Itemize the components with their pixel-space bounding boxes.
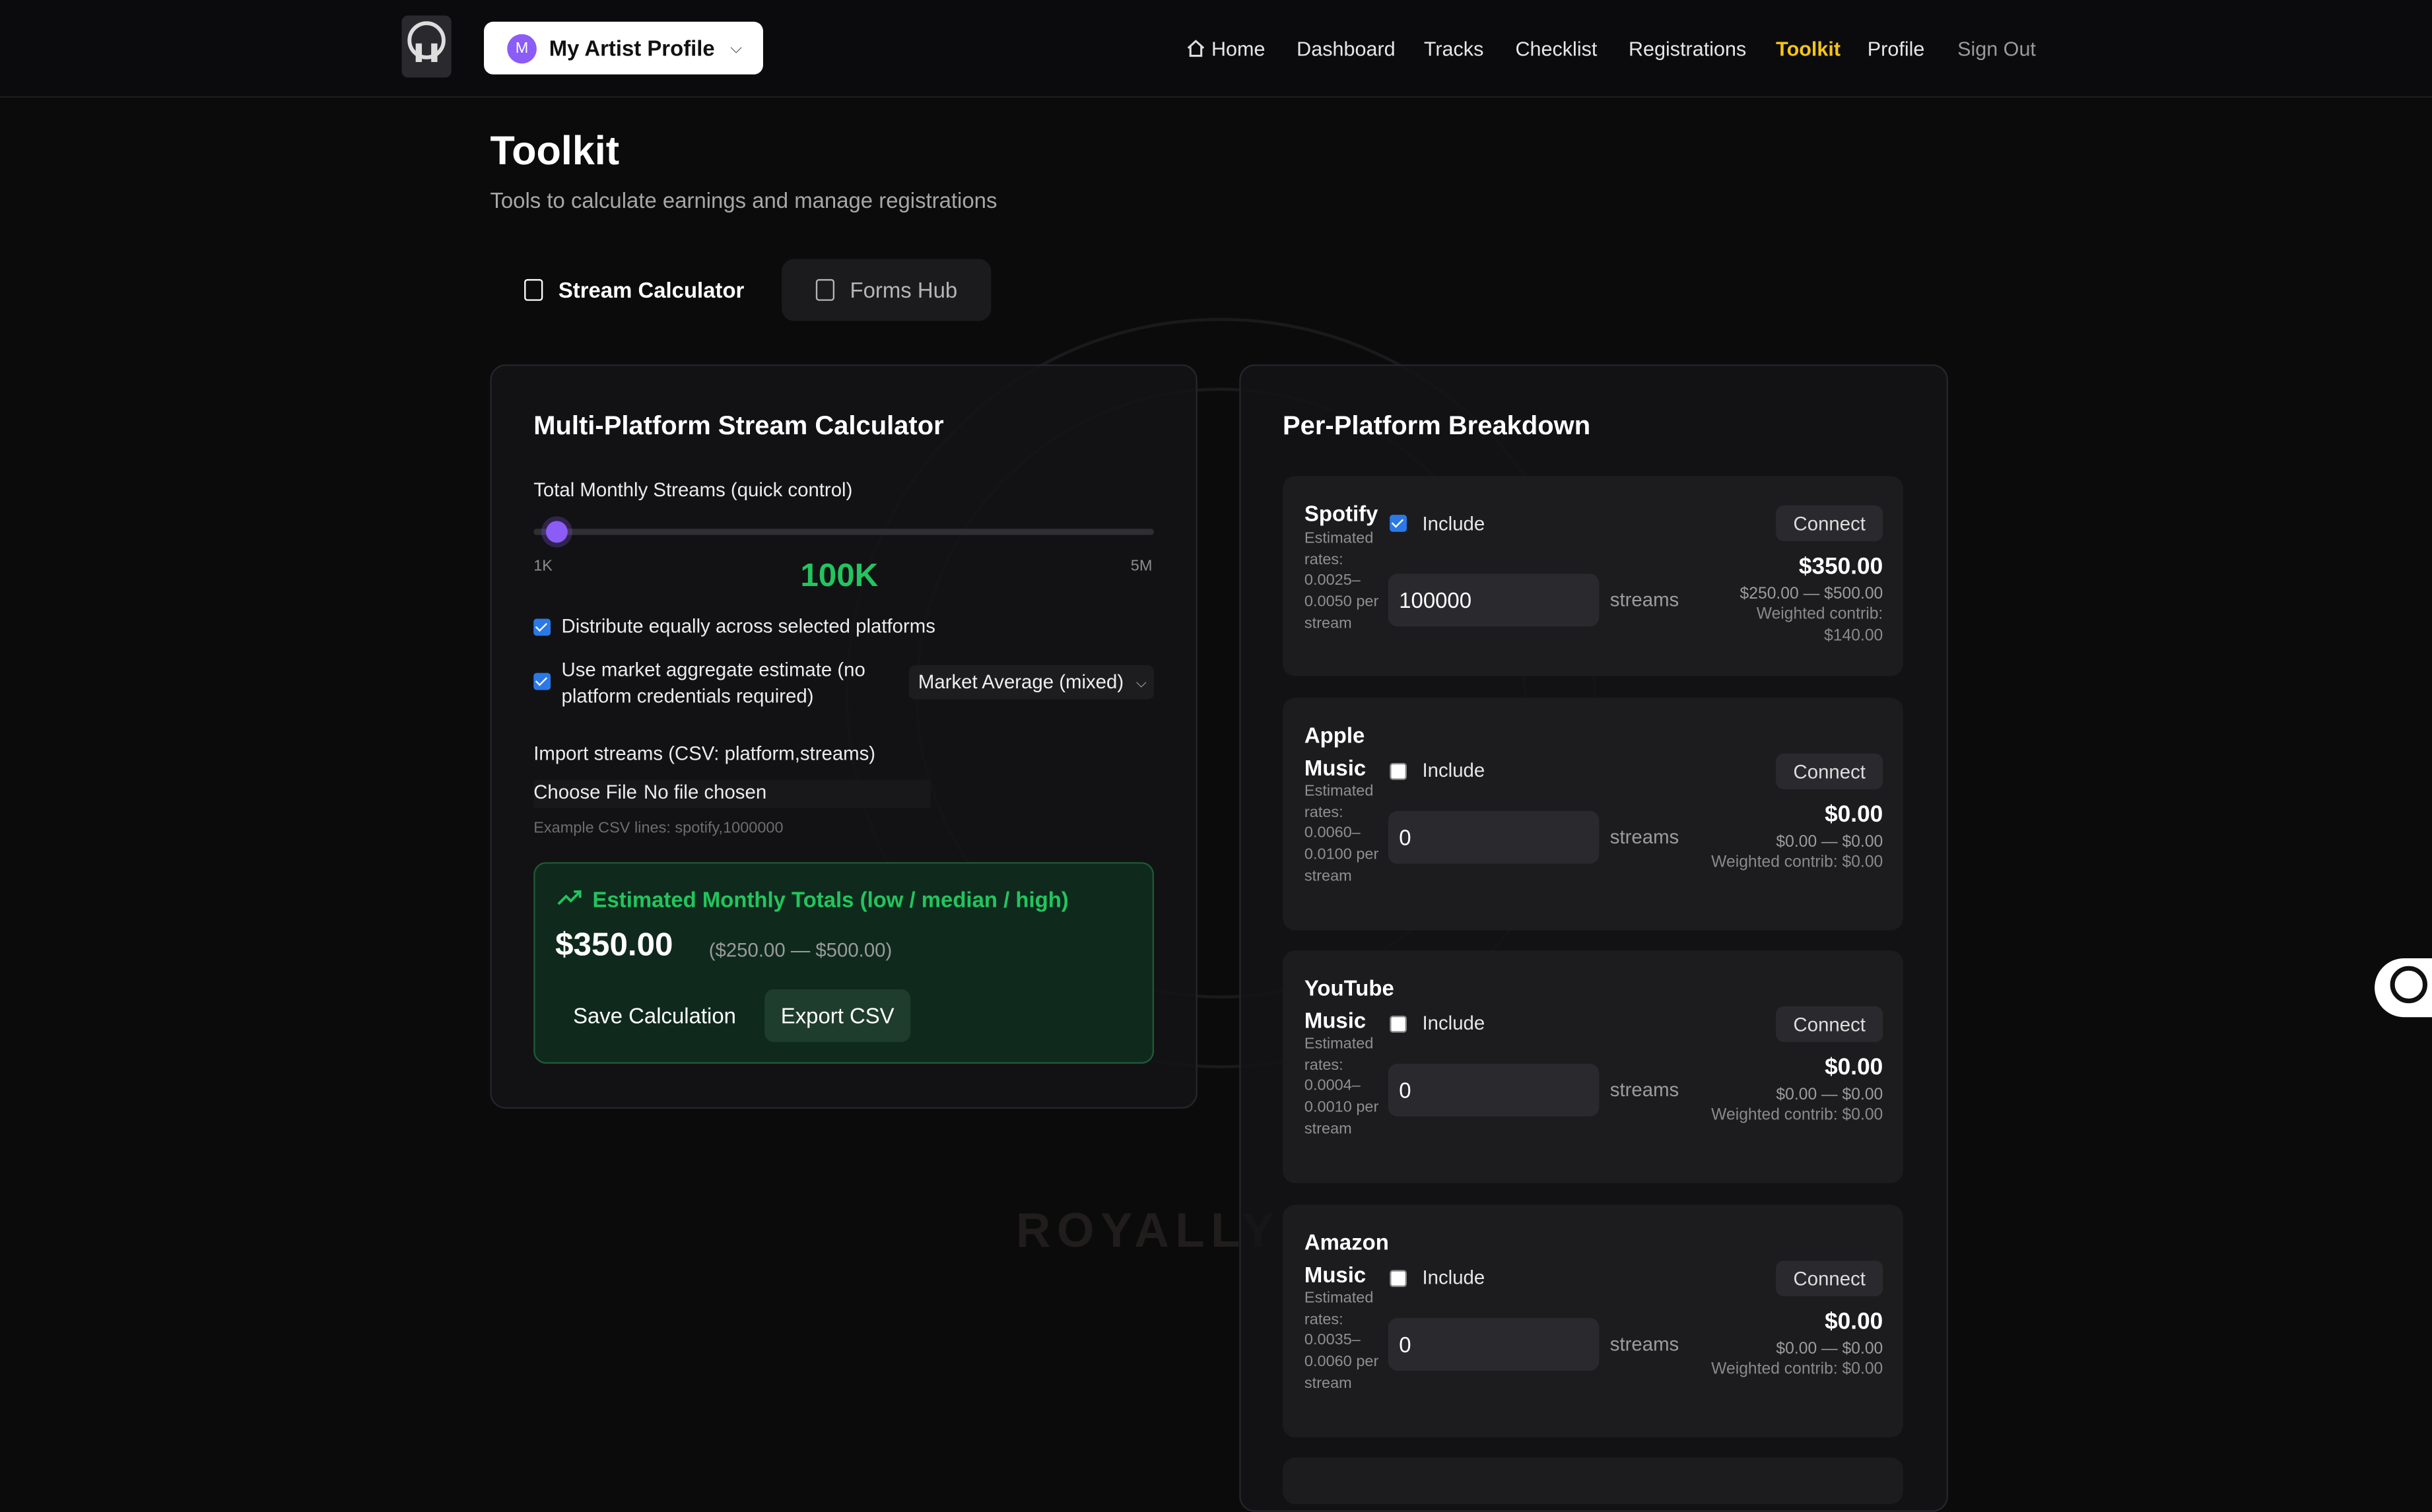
avatar: M — [507, 33, 537, 63]
streams-slider-label: Total Monthly Streams (quick control) — [533, 478, 853, 501]
platform-range: $0.00 — $0.00 — [1776, 1339, 1883, 1359]
platform-row-amazon-music: Amazon Music Estimated rates: 0.0035–0.0… — [1283, 1204, 1903, 1437]
calculator-title: Multi-Platform Stream Calculator — [533, 411, 944, 441]
distribute-checkbox[interactable] — [533, 618, 551, 636]
profile-switcher-label: My Artist Profile — [549, 36, 715, 61]
trending-up-icon — [557, 890, 582, 905]
tab-forms-hub[interactable]: Forms Hub — [782, 259, 992, 321]
platform-weighted: Weighted contrib: $140.00 — [1756, 605, 1883, 645]
import-label: Import streams (CSV: platform,streams) — [533, 742, 876, 765]
nav-tracks[interactable]: Tracks — [1424, 37, 1484, 60]
assistant-icon — [2390, 966, 2427, 1004]
streams-input[interactable]: 0 — [1388, 810, 1600, 864]
chevron-down-icon: ⌵ — [1135, 673, 1147, 690]
aggregate-checkbox[interactable] — [533, 673, 551, 690]
nav-profile[interactable]: Profile — [1868, 37, 1925, 60]
streams-unit: streams — [1609, 1079, 1679, 1101]
streams-slider-thumb[interactable] — [546, 521, 568, 543]
streams-unit: streams — [1609, 1333, 1679, 1356]
platform-name: Amazon Music — [1304, 1230, 1389, 1286]
platform-rate: Estimated rates: 0.0004–0.0010 per strea… — [1304, 1035, 1379, 1138]
platform-row-apple-music: Apple Music Estimated rates: 0.0060–0.01… — [1283, 698, 1903, 931]
calculator-icon — [524, 279, 543, 301]
market-select[interactable]: Market Average (mixed) ⌵ — [908, 665, 1155, 700]
platform-range: $250.00 — $500.00 — [1740, 584, 1883, 603]
streams-unit: streams — [1609, 589, 1679, 611]
save-calculation-button[interactable]: Save Calculation — [555, 989, 754, 1042]
streams-input[interactable]: 0 — [1388, 1318, 1600, 1371]
include-checkbox[interactable] — [1390, 1015, 1407, 1033]
include-checkbox[interactable] — [1390, 762, 1407, 780]
breakdown-title: Per-Platform Breakdown — [1283, 411, 1591, 441]
file-choose-button[interactable]: Choose File — [533, 781, 637, 803]
streams-input[interactable]: 0 — [1388, 1063, 1600, 1117]
top-navbar: M My Artist Profile ⌵ Home Dashboard Tra… — [0, 0, 2432, 98]
csv-example: Example CSV lines: spotify,1000000 — [533, 820, 784, 838]
nav-sign-out[interactable]: Sign Out — [1957, 37, 2036, 60]
market-select-value: Market Average (mixed) — [918, 671, 1124, 694]
streams-unit: streams — [1609, 826, 1679, 849]
page-title: Toolkit — [490, 127, 620, 174]
platform-weighted: Weighted contrib: $0.00 — [1711, 853, 1883, 872]
assistant-widget-button[interactable] — [2375, 958, 2432, 1018]
platform-amount: $0.00 — [1825, 1054, 1883, 1081]
platform-row-spotify: Spotify Estimated rates: 0.0025–0.0050 p… — [1283, 476, 1903, 676]
slider-value: 100K — [800, 558, 879, 594]
nav-dashboard[interactable]: Dashboard — [1297, 37, 1395, 60]
tab-forms-hub-label: Forms Hub — [850, 277, 958, 303]
platform-rate: Estimated rates: 0.0060–0.0100 per strea… — [1304, 783, 1379, 886]
aggregate-label: Use market aggregate estimate (no platfo… — [561, 659, 865, 707]
include-checkbox[interactable] — [1390, 1270, 1407, 1288]
platform-rate: Estimated rates: 0.0035–0.0060 per strea… — [1304, 1290, 1379, 1393]
file-input[interactable]: Choose File No file chosen — [533, 779, 931, 808]
platform-weighted: Weighted contrib: $0.00 — [1711, 1360, 1883, 1379]
include-label: Include — [1422, 513, 1485, 535]
nav-home-label: Home — [1211, 37, 1266, 61]
platform-amount: $350.00 — [1798, 553, 1883, 580]
include-label: Include — [1422, 760, 1485, 782]
slider-min-label: 1K — [533, 558, 553, 575]
file-status: No file chosen — [644, 781, 767, 804]
nav-checklist[interactable]: Checklist — [1515, 37, 1597, 60]
page-subtitle: Tools to calculate earnings and manage r… — [490, 187, 997, 213]
estimate-range: ($250.00 — $500.00) — [708, 939, 893, 962]
app-logo[interactable] — [401, 15, 452, 78]
platform-range: $0.00 — $0.00 — [1776, 1085, 1883, 1104]
tab-stream-calculator-label: Stream Calculator — [558, 277, 745, 303]
connect-button[interactable]: Connect — [1776, 1006, 1883, 1042]
include-label: Include — [1422, 1012, 1485, 1035]
platform-amount: $0.00 — [1825, 1308, 1883, 1335]
connect-button[interactable]: Connect — [1776, 753, 1883, 789]
streams-input[interactable]: 100000 — [1388, 574, 1600, 627]
platform-row-youtube-music: YouTube Music Estimated rates: 0.0004–0.… — [1283, 950, 1903, 1183]
platform-name: Apple Music — [1304, 722, 1367, 779]
nav-registrations[interactable]: Registrations — [1629, 37, 1746, 60]
export-csv-button[interactable]: Export CSV — [764, 989, 911, 1042]
estimate-value: $350.00 — [555, 927, 673, 964]
profile-switcher-button[interactable]: M My Artist Profile ⌵ — [484, 21, 763, 75]
connect-button[interactable]: Connect — [1776, 505, 1883, 541]
nav-home[interactable]: Home — [1186, 37, 1266, 61]
connect-button[interactable]: Connect — [1776, 1261, 1883, 1297]
platform-weighted: Weighted contrib: $0.00 — [1711, 1105, 1883, 1125]
platform-name: YouTube Music — [1304, 975, 1394, 1032]
include-label: Include — [1422, 1266, 1485, 1289]
home-icon — [1187, 40, 1205, 57]
include-checkbox[interactable] — [1390, 515, 1407, 532]
distribute-label: Distribute equally across selected platf… — [561, 615, 935, 638]
estimate-title: Estimated Monthly Totals (low / median /… — [592, 886, 1069, 912]
platform-range: $0.00 — $0.00 — [1776, 832, 1883, 851]
platform-rate: Estimated rates: 0.0025–0.0050 per strea… — [1304, 530, 1379, 633]
platform-amount: $0.00 — [1825, 801, 1883, 828]
tab-stream-calculator[interactable]: Stream Calculator — [496, 259, 770, 321]
nav-toolkit[interactable]: Toolkit — [1776, 37, 1841, 60]
chevron-down-icon: ⌵ — [730, 39, 743, 57]
document-icon — [815, 279, 835, 301]
platform-row-next — [1283, 1457, 1903, 1505]
platform-name: Spotify — [1304, 500, 1378, 526]
streams-slider-track[interactable] — [533, 529, 1155, 535]
slider-max-label: 5M — [1130, 558, 1153, 575]
